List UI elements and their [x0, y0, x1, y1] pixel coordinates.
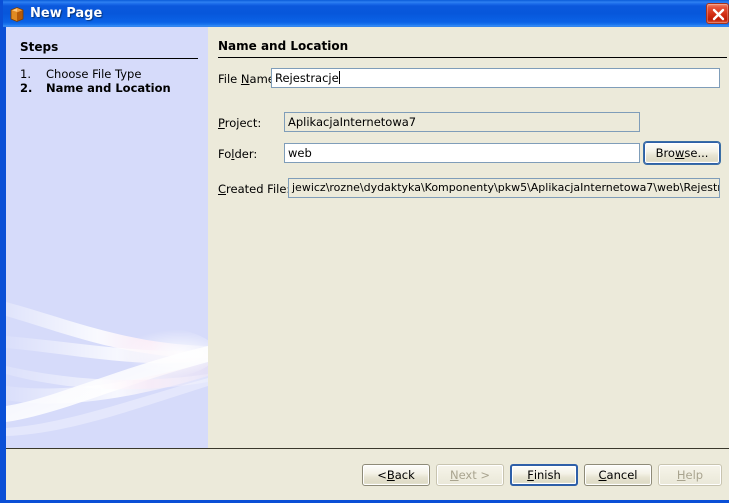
title-bar: New Page — [3, 0, 729, 27]
help-button[interactable]: Help — [658, 464, 722, 486]
file-name-input[interactable]: Rejestracje — [271, 68, 720, 88]
sidebar-item-choose-file-type: 1. Choose File Type — [20, 67, 141, 81]
step-label: Name and Location — [46, 81, 171, 95]
new-page-icon — [9, 6, 25, 22]
step-number: 1. — [20, 67, 31, 81]
page-title: Name and Location — [218, 39, 349, 53]
file-name-label: File Name: — [218, 72, 279, 86]
steps-heading-underline — [20, 58, 198, 59]
back-button[interactable]: < Back — [362, 464, 430, 486]
finish-button[interactable]: Finish — [510, 464, 578, 486]
folder-input[interactable]: web — [284, 143, 640, 163]
folder-label: Folder: — [218, 147, 258, 161]
browse-button[interactable]: Bro w se... — [644, 142, 720, 164]
name-and-location-panel: Name and Location File Name: Rejestracje… — [208, 27, 729, 448]
window-title: New Page — [30, 6, 103, 21]
project-value: AplikacjaInternetowa7 — [288, 115, 417, 129]
close-icon[interactable] — [706, 3, 729, 24]
text-caret — [338, 71, 340, 84]
created-file-input[interactable]: jewicz\rozne\dydaktyka\Komponenty\pkw5\A… — [288, 178, 720, 198]
new-page-dialog-window: New Page Steps 1. Choose File Type 2. Na… — [0, 0, 729, 503]
steps-heading: Steps — [20, 40, 59, 54]
created-file-label: Created File: — [218, 182, 291, 196]
created-file-value: jewicz\rozne\dydaktyka\Komponenty\pkw5\A… — [292, 181, 720, 194]
cancel-button[interactable]: Cancel — [584, 464, 652, 486]
steps-panel: Steps 1. Choose File Type 2. Name and Loca… — [6, 27, 208, 448]
next-button[interactable]: Next > — [436, 464, 504, 486]
page-title-underline — [218, 57, 727, 58]
sidebar-item-name-and-location: 2. Name and Location — [20, 81, 171, 95]
dialog-button-bar: < Back Next > Finish Cancel Help — [6, 449, 729, 500]
file-name-value: Rejestracje — [275, 71, 339, 85]
folder-value: web — [288, 146, 312, 160]
dialog-content: Steps 1. Choose File Type 2. Name and Loca… — [6, 27, 729, 500]
step-label: Choose File Type — [46, 67, 142, 81]
step-number: 2. — [20, 81, 33, 95]
project-input[interactable]: AplikacjaInternetowa7 — [284, 112, 640, 132]
project-label: Project: — [218, 116, 262, 130]
decorative-swoosh-graphic — [6, 258, 208, 448]
